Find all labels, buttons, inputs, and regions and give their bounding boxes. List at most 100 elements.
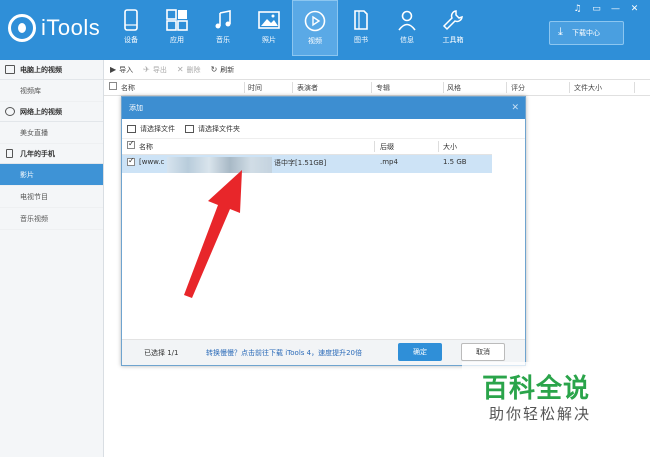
sidebar-group-label: 网络上的视频 (20, 108, 62, 116)
video-icon (304, 10, 326, 32)
col-size[interactable]: 文件大小 (574, 83, 602, 93)
export-icon: ✈ (143, 65, 150, 74)
import-icon: ▶ (110, 65, 117, 74)
phone-icon (124, 9, 138, 31)
dialog-title: 添加 (129, 104, 143, 112)
export-button[interactable]: ✈ 导出 (143, 65, 167, 75)
dialog-col-name: 名称 (139, 143, 153, 151)
main-nav: 设备 应用 音乐 照片 视频 图书 信息 工具箱 (108, 0, 476, 60)
delete-label: 删除 (186, 65, 201, 74)
nav-label: 工具箱 (442, 36, 464, 44)
file-row-checkbox[interactable] (127, 156, 135, 166)
nav-video[interactable]: 视频 (292, 0, 338, 56)
watermark-title: 百科全说 (482, 374, 591, 404)
ok-button[interactable]: 确定 (398, 343, 442, 361)
dialog-toolbar: 请选择文件 请选择文件夹 (122, 119, 525, 139)
nav-toolbox[interactable]: 工具箱 (430, 0, 476, 56)
col-album[interactable]: 专辑 (376, 83, 390, 93)
select-all-checkbox[interactable] (109, 82, 117, 90)
red-arrow-annotation (184, 170, 242, 298)
col-rating[interactable]: 评分 (511, 83, 525, 93)
refresh-icon: ↻ (210, 65, 218, 74)
file-size: 1.5 GB (443, 158, 467, 166)
wrench-icon (442, 10, 463, 31)
select-file-button[interactable]: 请选择文件 (127, 124, 175, 134)
select-folder-label: 请选择文件夹 (198, 124, 240, 133)
app-logo: iTools (8, 14, 100, 42)
import-label: 导入 (119, 65, 134, 74)
file-name-suffix: 语中字[1.51GB] (274, 159, 327, 167)
dialog-close-icon[interactable]: ✕ (511, 97, 519, 119)
sidebar-item-movies[interactable]: 影片 (0, 164, 103, 186)
sidebar-item-live[interactable]: 美女直播 (0, 122, 103, 144)
watermark-subtitle: 助你轻松解决 (489, 405, 592, 423)
book-icon (354, 10, 368, 30)
refresh-button[interactable]: ↻ 刷新 (211, 65, 235, 75)
col-name[interactable]: 名称 (121, 83, 135, 93)
nav-label: 照片 (262, 36, 276, 44)
import-button[interactable]: ▶ 导入 (110, 65, 133, 75)
person-icon (398, 10, 416, 31)
video-table-header: 名称 时间 表演者 专辑 风格 评分 文件大小 (104, 80, 650, 96)
refresh-label: 刷新 (220, 65, 235, 74)
nav-books[interactable]: 图书 (338, 0, 384, 56)
select-folder-button[interactable]: 请选择文件夹 (185, 124, 240, 134)
close-icon[interactable]: ✕ (625, 3, 644, 15)
sidebar-group-label: 几年的手机 (20, 150, 55, 158)
skin-icon[interactable]: ▭ (587, 3, 606, 15)
nav-label: 信息 (400, 36, 414, 44)
sidebar-group-online-videos[interactable]: 网络上的视频 (0, 102, 103, 122)
phone-small-icon (6, 149, 13, 158)
download-tip-link[interactable]: 转换慢慢？点击前往下载 iTools 4，速度提升20倍 (206, 348, 362, 358)
music-icon (215, 10, 231, 29)
dialog-title-bar: 添加 ✕ (122, 97, 525, 119)
watermark: 百科全说 助你轻松解决 (462, 362, 642, 432)
download-icon: ⤓ (558, 25, 563, 38)
top-bar: iTools 设备 应用 音乐 照片 视频 图书 信息 工具箱 ♫ ▭ — ✕ … (0, 0, 650, 60)
music-mini-icon[interactable]: ♫ (568, 3, 587, 15)
dialog-table-header: 名称 后缀 大小 (122, 139, 492, 155)
cancel-button[interactable]: 取消 (461, 343, 505, 361)
sidebar-item-music-videos[interactable]: 音乐视频 (0, 208, 103, 230)
sidebar: 电脑上的视频 视频库 网络上的视频 美女直播 几年的手机 影片 电视节目 音乐视… (0, 60, 104, 457)
main-toolbar: ▶ 导入 ✈ 导出 ✕ 删除 ↻ 刷新 (104, 60, 650, 80)
nav-label: 图书 (354, 36, 368, 44)
nav-apps[interactable]: 应用 (154, 0, 200, 56)
nav-label: 视频 (308, 37, 322, 45)
nav-music[interactable]: 音乐 (200, 0, 246, 56)
sidebar-group-label: 电脑上的视频 (20, 66, 62, 74)
apps-icon (166, 9, 188, 31)
col-time[interactable]: 时间 (248, 83, 262, 93)
window-controls: ♫ ▭ — ✕ (568, 3, 644, 15)
download-center-button[interactable]: ⤓ 下载中心 (549, 21, 624, 45)
folder-icon (185, 124, 194, 133)
minimize-icon[interactable]: — (606, 3, 625, 15)
dialog-select-all-checkbox[interactable] (127, 139, 135, 149)
sidebar-item-tv-shows[interactable]: 电视节目 (0, 186, 103, 208)
nav-label: 设备 (124, 36, 138, 44)
dialog-col-ext: 后缀 (380, 143, 394, 151)
nav-photos[interactable]: 照片 (246, 0, 292, 56)
file-name-prefix: [www.c (139, 158, 165, 166)
col-artist[interactable]: 表演者 (297, 83, 318, 93)
globe-icon (5, 107, 15, 116)
nav-info[interactable]: 信息 (384, 0, 430, 56)
nav-device[interactable]: 设备 (108, 0, 154, 56)
file-icon (127, 124, 136, 133)
delete-icon: ✕ (176, 65, 184, 74)
delete-button[interactable]: ✕ 删除 (177, 65, 201, 75)
sidebar-group-pc-videos[interactable]: 电脑上的视频 (0, 60, 103, 80)
download-center-label: 下载中心 (572, 29, 600, 37)
export-label: 导出 (152, 65, 167, 74)
sidebar-group-phone[interactable]: 几年的手机 (0, 144, 103, 164)
col-genre[interactable]: 风格 (447, 83, 461, 93)
sidebar-item-video-library[interactable]: 视频库 (0, 80, 103, 102)
itools-logo-icon (8, 14, 36, 42)
app-name: iTools (41, 15, 101, 40)
photo-icon (258, 11, 280, 29)
dialog-col-size: 大小 (443, 143, 457, 151)
select-file-label: 请选择文件 (140, 124, 175, 133)
nav-label: 音乐 (216, 36, 230, 44)
nav-label: 应用 (170, 36, 184, 44)
monitor-icon (5, 65, 15, 74)
